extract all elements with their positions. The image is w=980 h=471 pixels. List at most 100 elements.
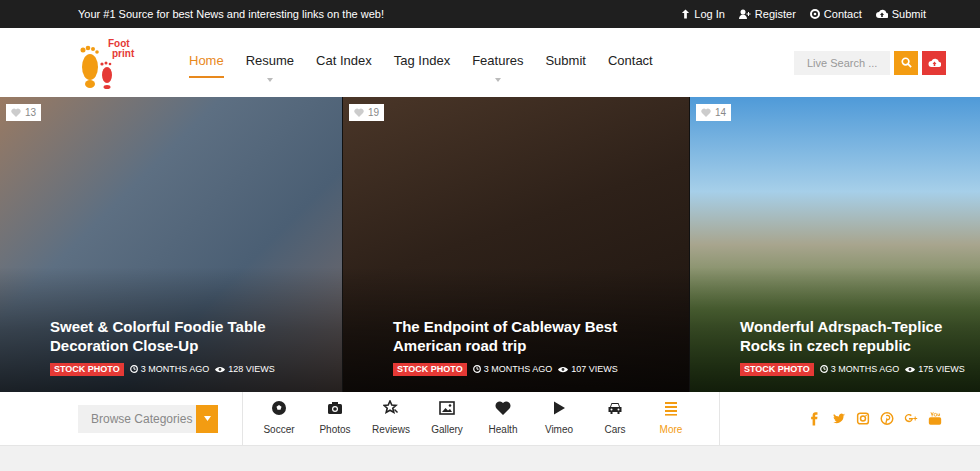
like-badge[interactable]: 13 bbox=[6, 104, 41, 121]
play-icon bbox=[551, 400, 567, 416]
nav-label[interactable]: Features bbox=[472, 51, 523, 71]
category-item[interactable]: Reviews bbox=[363, 400, 419, 437]
like-count: 14 bbox=[715, 105, 726, 120]
category-label[interactable]: Soccer bbox=[263, 422, 294, 437]
google-plus-icon[interactable] bbox=[904, 411, 918, 426]
browse-categories-select[interactable]: Browse Categories bbox=[78, 405, 218, 433]
top-link[interactable]: Log In bbox=[681, 6, 725, 23]
image-icon bbox=[439, 400, 455, 416]
post-card[interactable]: 19 The Endpoint of Cableway Best American… bbox=[343, 97, 689, 392]
like-badge[interactable]: 14 bbox=[696, 104, 731, 121]
dropdown-arrow-icon bbox=[267, 78, 273, 83]
cloud-upload-icon bbox=[928, 58, 941, 68]
heart-icon bbox=[701, 108, 711, 117]
select-arrow[interactable] bbox=[196, 405, 218, 433]
post-meta: STOCK PHOTO 3 MONTHS AGO 128 VIEWS bbox=[50, 363, 336, 377]
category-label[interactable]: Cars bbox=[604, 422, 625, 437]
category-tag[interactable]: STOCK PHOTO bbox=[50, 363, 124, 376]
youtube-icon[interactable] bbox=[928, 411, 942, 426]
upload-icon bbox=[876, 9, 888, 19]
instagram-icon[interactable] bbox=[856, 411, 870, 426]
account-links: Log In Register Contact Submit bbox=[681, 6, 926, 23]
post-views-text: 128 VIEWS bbox=[228, 363, 275, 377]
post-age-text: 3 MONTHS AGO bbox=[141, 363, 210, 377]
category-item[interactable]: Soccer bbox=[251, 400, 307, 437]
nav-label[interactable]: Tag Index bbox=[394, 51, 450, 71]
category-label[interactable]: Health bbox=[489, 422, 518, 437]
nav-item[interactable]: Home bbox=[189, 42, 224, 84]
car-icon bbox=[607, 400, 623, 416]
nav-spacer bbox=[545, 76, 585, 78]
featured-posts: 13 Sweet & Colorful Foodie Table Decorati… bbox=[0, 97, 980, 392]
login-icon bbox=[681, 9, 690, 19]
logo-line: print bbox=[112, 49, 134, 59]
post-card[interactable]: 13 Sweet & Colorful Foodie Table Decorati… bbox=[0, 97, 342, 392]
upload-button[interactable] bbox=[922, 51, 946, 75]
nav-item[interactable]: Features bbox=[472, 42, 523, 84]
nav-label[interactable]: Cat Index bbox=[316, 51, 372, 71]
search-input[interactable] bbox=[794, 51, 890, 75]
nav-label[interactable]: Resume bbox=[246, 51, 294, 71]
post-caption: Sweet & Colorful Foodie Table Decoration… bbox=[0, 267, 342, 393]
category-label[interactable]: More bbox=[660, 422, 683, 437]
top-bar: Your #1 Source for best News and interes… bbox=[0, 0, 980, 28]
category-bar: Browse Categories Soccer Photos Reviews Gall… bbox=[0, 392, 980, 446]
nav-spacer bbox=[608, 76, 653, 78]
category-item[interactable]: More bbox=[643, 400, 699, 437]
heart-icon bbox=[354, 108, 364, 117]
post-title[interactable]: The Endpoint of Cableway Best American r… bbox=[393, 317, 629, 355]
category-label[interactable]: Reviews bbox=[372, 422, 410, 437]
top-link-label[interactable]: Register bbox=[755, 6, 796, 23]
pinterest-icon[interactable] bbox=[880, 411, 894, 426]
nav-item[interactable]: Contact bbox=[608, 42, 653, 84]
category-item[interactable]: Health bbox=[475, 400, 531, 437]
post-age-text: 3 MONTHS AGO bbox=[831, 363, 900, 377]
top-link-label[interactable]: Contact bbox=[824, 6, 862, 23]
facebook-icon[interactable] bbox=[808, 411, 822, 426]
nav-item[interactable]: Cat Index bbox=[316, 42, 372, 84]
submenu-indicator bbox=[472, 78, 523, 83]
nav-label[interactable]: Home bbox=[189, 51, 224, 71]
post-title[interactable]: Wonderful Adrspach-Teplice Rocks in czec… bbox=[740, 317, 974, 355]
divider bbox=[242, 392, 243, 446]
post-age: 3 MONTHS AGO bbox=[130, 363, 210, 377]
category-item[interactable]: Cars bbox=[587, 400, 643, 437]
contact-icon bbox=[810, 9, 820, 19]
nav-spacer bbox=[472, 76, 523, 78]
top-link[interactable]: Register bbox=[739, 6, 796, 23]
like-badge[interactable]: 19 bbox=[349, 104, 384, 121]
header: Footprint Home Resume Cat Index Tag Index Fea… bbox=[0, 28, 980, 97]
logo[interactable]: Footprint bbox=[78, 37, 140, 89]
twitter-icon[interactable] bbox=[832, 411, 846, 426]
category-item[interactable]: Photos bbox=[307, 400, 363, 437]
category-label[interactable]: Vimeo bbox=[545, 422, 573, 437]
nav-label[interactable]: Contact bbox=[608, 51, 653, 71]
top-link-label[interactable]: Log In bbox=[694, 6, 725, 23]
nav-item[interactable]: Submit bbox=[545, 42, 585, 84]
main-nav: Home Resume Cat Index Tag Index Features Subm… bbox=[189, 42, 653, 84]
top-link[interactable]: Submit bbox=[876, 6, 926, 23]
nav-item[interactable]: Tag Index bbox=[394, 42, 450, 84]
nav-item[interactable]: Resume bbox=[246, 42, 294, 84]
category-label[interactable]: Photos bbox=[319, 422, 350, 437]
category-tag[interactable]: STOCK PHOTO bbox=[740, 363, 814, 376]
post-meta: STOCK PHOTO3 MONTHS AGO175 VIEWS bbox=[740, 363, 974, 377]
browse-label[interactable]: Browse Categories bbox=[91, 410, 192, 428]
post-card[interactable]: 14 Wonderful Adrspach-Teplice Rocks in cz… bbox=[690, 97, 980, 392]
heart-icon bbox=[11, 108, 21, 117]
eye-icon bbox=[215, 366, 225, 373]
search-button[interactable] bbox=[894, 51, 918, 75]
post-meta: STOCK PHOTO3 MONTHS AGO107 VIEWS bbox=[393, 363, 683, 377]
category-label[interactable]: Gallery bbox=[431, 422, 463, 437]
category-tag[interactable]: STOCK PHOTO bbox=[393, 363, 467, 376]
post-age: 3 MONTHS AGO bbox=[473, 363, 553, 377]
nav-spacer bbox=[316, 76, 372, 78]
page-background bbox=[0, 446, 980, 471]
top-link-label[interactable]: Submit bbox=[892, 6, 926, 23]
nav-label[interactable]: Submit bbox=[545, 51, 585, 71]
top-link[interactable]: Contact bbox=[810, 6, 862, 23]
post-title[interactable]: Sweet & Colorful Foodie Table Decoration… bbox=[50, 317, 286, 355]
category-item[interactable]: Vimeo bbox=[531, 400, 587, 437]
category-item[interactable]: Gallery bbox=[419, 400, 475, 437]
